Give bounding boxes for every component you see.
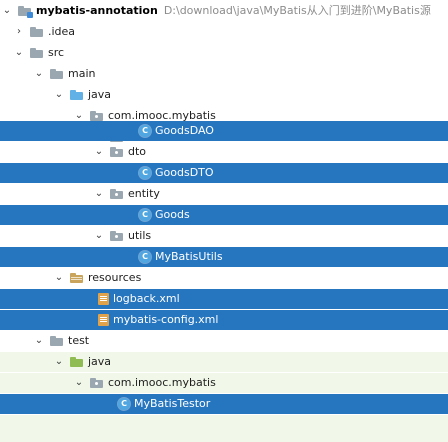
chevron-down-icon[interactable]: ⌄ (34, 64, 44, 84)
class-icon: C (139, 209, 151, 221)
chevron-down-icon[interactable]: ⌄ (2, 1, 12, 21)
tree-node-label: main (68, 67, 96, 80)
tree-node-main-java[interactable]: ⌄ java (0, 85, 448, 105)
tree-empty-area (0, 415, 448, 442)
tree-node-mybatis-config[interactable]: mybatis-config.xml (0, 310, 448, 330)
tree-node-label: entity (128, 187, 160, 200)
chevron-down-icon[interactable]: ⌄ (54, 352, 64, 372)
source-folder-icon (70, 90, 83, 100)
xml-file-icon (98, 293, 109, 305)
package-icon (110, 231, 123, 241)
project-tree: ⌄ mybatis-annotation D:\download\java\My… (0, 0, 448, 442)
project-name: mybatis-annotation (36, 4, 158, 17)
folder-icon (30, 48, 43, 58)
tree-node-label: src (48, 46, 65, 59)
class-icon: C (139, 167, 151, 179)
resources-folder-icon (70, 273, 83, 283)
tree-node-label: GoodsDAO (155, 124, 214, 137)
class-icon: C (118, 398, 130, 410)
tree-node-label: test (68, 334, 90, 347)
tree-node-label: GoodsDTO (155, 166, 214, 179)
chevron-down-icon[interactable]: ⌄ (54, 268, 64, 288)
folder-icon (30, 27, 43, 37)
tree-node-src[interactable]: ⌄ src (0, 43, 448, 63)
package-icon (90, 378, 103, 388)
tree-node-label: MyBatisUtils (155, 250, 223, 263)
tree-node-idea[interactable]: › .idea (0, 22, 448, 42)
class-icon: C (139, 251, 151, 263)
chevron-down-icon[interactable]: ⌄ (34, 331, 44, 351)
tree-node-utils[interactable]: ⌄ utils (0, 226, 448, 246)
tree-node-main[interactable]: ⌄ main (0, 64, 448, 84)
chevron-right-icon[interactable]: › (14, 22, 24, 42)
tree-node-label: resources (88, 271, 142, 284)
tree-node-test-package[interactable]: ⌄ com.imooc.mybatis (0, 373, 448, 393)
chevron-down-icon[interactable]: ⌄ (74, 373, 84, 393)
package-icon (110, 147, 123, 157)
chevron-down-icon[interactable]: ⌄ (94, 184, 104, 204)
tree-node-label: com.imooc.mybatis (108, 376, 216, 389)
tree-node-entity[interactable]: ⌄ entity (0, 184, 448, 204)
xml-file-icon (98, 314, 109, 326)
class-icon: C (139, 125, 151, 137)
chevron-down-icon[interactable]: ⌄ (94, 226, 104, 246)
tree-node-logback[interactable]: logback.xml (0, 289, 448, 309)
chevron-down-icon[interactable]: ⌄ (14, 43, 24, 63)
tree-node-dto[interactable]: ⌄ dto (0, 142, 448, 162)
chevron-down-icon[interactable]: ⌄ (54, 85, 64, 105)
tree-node-goodsdao[interactable]: C GoodsDAO (0, 121, 448, 141)
tree-node-label: logback.xml (113, 292, 180, 305)
tree-node-label: mybatis-config.xml (113, 313, 219, 326)
folder-icon (50, 69, 63, 79)
package-icon (90, 111, 103, 121)
tree-node-label: utils (128, 229, 152, 242)
tree-node-label: Goods (155, 208, 190, 221)
tree-node-label: MyBatisTestor (134, 397, 211, 410)
tree-node-goods[interactable]: C Goods (0, 205, 448, 225)
folder-icon (50, 336, 63, 346)
tree-node-label: dto (128, 145, 147, 158)
tree-node-resources[interactable]: ⌄ resources (0, 268, 448, 288)
tree-node-test-java[interactable]: ⌄ java (0, 352, 448, 372)
tree-node-mybatistestor[interactable]: C MyBatisTestor (0, 394, 448, 414)
module-folder-icon (18, 6, 33, 18)
tree-node-mybatisutils[interactable]: C MyBatisUtils (0, 247, 448, 267)
chevron-down-icon[interactable]: ⌄ (94, 142, 104, 162)
tree-node-goodsdto[interactable]: C GoodsDTO (0, 163, 448, 183)
tree-node-label: .idea (48, 25, 76, 38)
tree-node-label: java (88, 88, 112, 101)
project-path: D:\download\java\MyBatis从入门到进阶\MyBatis源 (163, 4, 431, 17)
test-folder-icon (70, 357, 83, 367)
package-icon (110, 189, 123, 199)
tree-node-test[interactable]: ⌄ test (0, 331, 448, 351)
tree-node-label: java (88, 355, 112, 368)
tree-node-project-root[interactable]: ⌄ mybatis-annotation D:\download\java\My… (0, 1, 448, 21)
